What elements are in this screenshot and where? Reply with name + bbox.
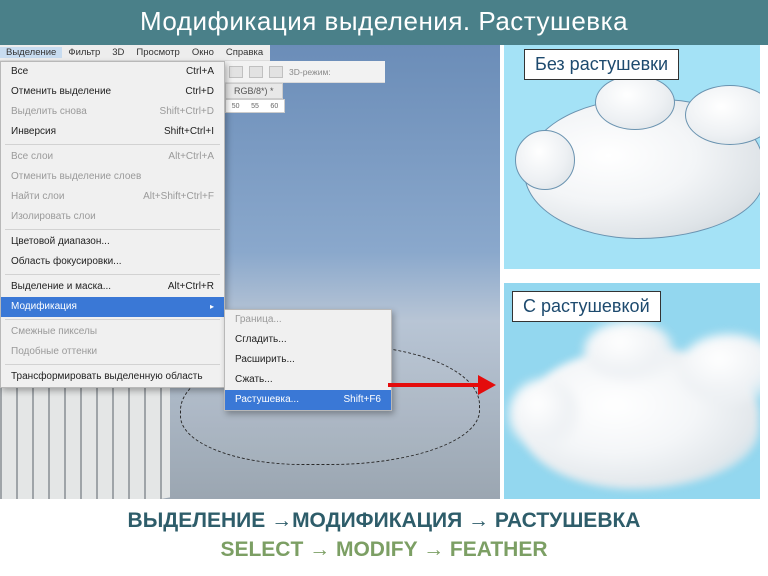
menu-separator bbox=[5, 319, 220, 320]
cloud-soft-edge bbox=[519, 349, 759, 489]
tool-icon[interactable] bbox=[229, 66, 243, 78]
menu-separator bbox=[5, 364, 220, 365]
select-menu-dropdown[interactable]: ВсеCtrl+AОтменить выделениеCtrl+DВыделит… bbox=[0, 61, 225, 388]
menu-separator bbox=[5, 144, 220, 145]
modify-submenu[interactable]: Граница...Сгладить...Расширить...Сжать..… bbox=[224, 309, 392, 411]
menu-window[interactable]: Окно bbox=[186, 47, 220, 58]
document-tab[interactable]: RGB/8*) * bbox=[225, 83, 283, 99]
menu-item[interactable]: ИнверсияShift+Ctrl+I bbox=[1, 122, 224, 142]
submenu-item[interactable]: Растушевка...Shift+F6 bbox=[225, 390, 391, 410]
menu-filter[interactable]: Фильтр bbox=[62, 47, 106, 58]
footer-path: ВЫДЕЛЕНИЕ →МОДИФИКАЦИЯ → РАСТУШЕВКА SELE… bbox=[0, 499, 768, 576]
menu-view[interactable]: Просмотр bbox=[130, 47, 185, 58]
menu-item[interactable]: ВсеCtrl+A bbox=[1, 62, 224, 82]
cloud-hard-edge bbox=[524, 99, 760, 239]
submenu-item[interactable]: Сгладить... bbox=[225, 330, 391, 350]
ruler-mark: 50 bbox=[232, 103, 240, 110]
menu-separator bbox=[5, 229, 220, 230]
menu-item[interactable]: Модификация bbox=[1, 297, 224, 317]
app-menubar[interactable]: Выделение Фильтр 3D Просмотр Окно Справк… bbox=[0, 45, 270, 61]
menu-item[interactable]: Трансформировать выделенную область bbox=[1, 367, 224, 387]
menu-help[interactable]: Справка bbox=[220, 47, 269, 58]
menu-select[interactable]: Выделение bbox=[0, 47, 62, 58]
menu-3d[interactable]: 3D bbox=[106, 47, 130, 58]
submenu-item[interactable]: Сжать... bbox=[225, 370, 391, 390]
ruler: 50 55 60 bbox=[225, 99, 285, 113]
options-bar: 3D-режим: bbox=[225, 61, 385, 83]
label-no-feather: Без растушевки bbox=[524, 49, 679, 80]
menu-item[interactable]: Область фокусировки... bbox=[1, 252, 224, 272]
footer-path-en: SELECT → MODIFY → FEATHER bbox=[0, 536, 768, 564]
menu-item: Все слоиAlt+Ctrl+A bbox=[1, 147, 224, 167]
menu-item: Найти слоиAlt+Shift+Ctrl+F bbox=[1, 187, 224, 207]
menu-item: Подобные оттенки bbox=[1, 342, 224, 362]
tool-icon[interactable] bbox=[269, 66, 283, 78]
footer-path-ru: ВЫДЕЛЕНИЕ →МОДИФИКАЦИЯ → РАСТУШЕВКА bbox=[0, 507, 768, 535]
ruler-mark: 55 bbox=[251, 103, 259, 110]
submenu-item[interactable]: Расширить... bbox=[225, 350, 391, 370]
menu-separator bbox=[5, 274, 220, 275]
tool-icon[interactable] bbox=[249, 66, 263, 78]
menu-item: Отменить выделение слоев bbox=[1, 167, 224, 187]
menu-item[interactable]: Отменить выделениеCtrl+D bbox=[1, 82, 224, 102]
callout-arrow bbox=[388, 375, 496, 395]
menu-item: Смежные пикселы bbox=[1, 322, 224, 342]
submenu-item: Граница... bbox=[225, 310, 391, 330]
menu-item: Выделить сноваShift+Ctrl+D bbox=[1, 102, 224, 122]
ruler-mark: 60 bbox=[270, 103, 278, 110]
menu-item: Изолировать слои bbox=[1, 207, 224, 227]
menu-item[interactable]: Выделение и маска...Alt+Ctrl+R bbox=[1, 277, 224, 297]
slide-title: Модификация выделения. Растушевка bbox=[0, 0, 768, 45]
label-with-feather: С растушевкой bbox=[512, 291, 661, 322]
mode-label: 3D-режим: bbox=[289, 67, 331, 77]
content-area: Выделение Фильтр 3D Просмотр Окно Справк… bbox=[0, 45, 768, 505]
menu-item[interactable]: Цветовой диапазон... bbox=[1, 232, 224, 252]
